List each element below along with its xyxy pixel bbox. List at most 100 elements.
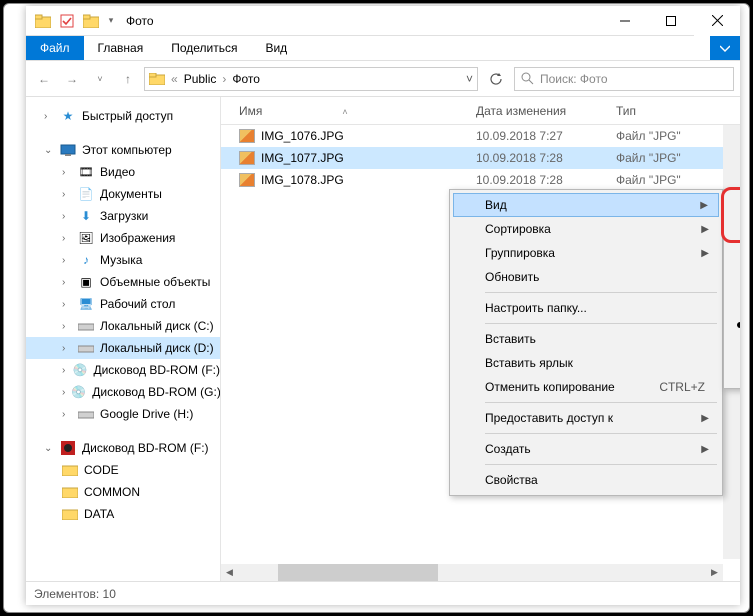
ctx-paste-shortcut[interactable]: Вставить ярлык	[453, 351, 719, 375]
column-headers: Имя˄ Дата изменения Тип	[221, 97, 740, 125]
sidebar-item-3d[interactable]: ›▣Объемные объекты	[26, 271, 220, 293]
sidebar-item-documents[interactable]: ›📄Документы	[26, 183, 220, 205]
film-icon: 🎞	[78, 164, 94, 180]
ribbon-tab-view[interactable]: Вид	[251, 36, 301, 60]
sidebar-quick-access[interactable]: › ★ Быстрый доступ	[26, 105, 220, 127]
status-item-count: Элементов: 10	[34, 587, 116, 601]
address-dropdown-icon[interactable]: ˅	[466, 72, 473, 86]
ctx-sort[interactable]: Сортировка▶	[453, 217, 719, 241]
submenu-arrow-icon: ▶	[700, 200, 708, 211]
scrollbar-thumb[interactable]	[278, 564, 438, 581]
sidebar-item-pictures[interactable]: ›🖼Изображения	[26, 227, 220, 249]
search-icon	[521, 72, 534, 85]
drive-icon	[78, 406, 94, 422]
download-icon: ⬇	[78, 208, 94, 224]
monitor-icon	[60, 142, 76, 158]
view-details[interactable]: Таблица	[727, 313, 740, 337]
sidebar-folder[interactable]: CODE	[26, 459, 220, 481]
ctx-customize[interactable]: Настроить папку...	[453, 296, 719, 320]
nav-forward-button[interactable]: →	[60, 67, 84, 91]
file-list-pane: Имя˄ Дата изменения Тип IMG_1076.JPG 10.…	[221, 97, 740, 581]
submenu-arrow-icon: ▶	[701, 444, 709, 455]
maximize-button[interactable]	[648, 6, 694, 36]
ctx-properties[interactable]: Свойства	[453, 468, 719, 492]
file-row[interactable]: IMG_1077.JPG 10.09.2018 7:28 Файл "JPG"	[221, 147, 740, 169]
ctx-separator	[485, 433, 717, 434]
ctx-share[interactable]: Предоставить доступ к▶	[453, 406, 719, 430]
ctx-refresh[interactable]: Обновить	[453, 265, 719, 289]
folder-icon	[62, 462, 78, 478]
ribbon-expand-icon[interactable]	[710, 36, 740, 60]
breadcrumb-segment[interactable]: Public	[184, 72, 217, 86]
navbar: ← → ˅ ↑ « Public › Фото ˅ Поиск: Фото	[26, 61, 740, 97]
sidebar-item-downloads[interactable]: ›⬇Загрузки	[26, 205, 220, 227]
view-tiles[interactable]: Плитка	[727, 337, 740, 361]
statusbar: Элементов: 10	[26, 581, 740, 605]
close-button[interactable]	[694, 6, 740, 36]
sidebar-bdrom[interactable]: ⌄Дисковод BD-ROM (F:)	[26, 437, 220, 459]
sidebar-this-pc[interactable]: ⌄ Этот компьютер	[26, 139, 220, 161]
sidebar-item-music[interactable]: ›♪Музыка	[26, 249, 220, 271]
column-name[interactable]: Имя˄	[221, 104, 476, 118]
view-content[interactable]: Содержимое	[727, 361, 740, 385]
search-box[interactable]: Поиск: Фото	[514, 67, 734, 91]
sidebar-item-c-drive[interactable]: ›Локальный диск (C:)	[26, 315, 220, 337]
ribbon-tab-home[interactable]: Главная	[84, 36, 158, 60]
ctx-view[interactable]: Вид▶	[453, 193, 719, 217]
ribbon-tab-share[interactable]: Поделиться	[157, 36, 251, 60]
desktop-icon: 🖥	[78, 296, 94, 312]
ctx-separator	[485, 464, 717, 465]
qat-checkbox-icon[interactable]	[56, 10, 78, 32]
sidebar-item-desktop[interactable]: ›🖥Рабочий стол	[26, 293, 220, 315]
file-row[interactable]: IMG_1076.JPG 10.09.2018 7:27 Файл "JPG"	[221, 125, 740, 147]
disc-icon: 💿	[71, 384, 86, 400]
breadcrumb-separator: «	[171, 72, 178, 86]
folder-icon	[62, 506, 78, 522]
scroll-left-icon[interactable]: ◀	[221, 564, 238, 581]
nav-recent-dropdown[interactable]: ˅	[88, 67, 112, 91]
cube-icon: ▣	[78, 274, 94, 290]
explorer-window: ▾ Фото Файл Главная Поделиться Вид ← → ˅…	[26, 6, 740, 605]
view-medium[interactable]: Обычные значки	[727, 241, 740, 265]
breadcrumb-segment[interactable]: Фото	[232, 72, 260, 86]
ctx-group[interactable]: Группировка▶	[453, 241, 719, 265]
address-bar[interactable]: « Public › Фото ˅	[144, 67, 478, 91]
scroll-right-icon[interactable]: ▶	[706, 564, 723, 581]
sidebar-item-gdrive[interactable]: ›Google Drive (H:)	[26, 403, 220, 425]
ctx-separator	[485, 292, 717, 293]
horizontal-scrollbar[interactable]: ◀ ▶	[221, 564, 723, 581]
ctx-undo[interactable]: Отменить копированиеCTRL+Z	[453, 375, 719, 399]
refresh-button[interactable]	[482, 67, 510, 91]
sidebar-folder[interactable]: COMMON	[26, 481, 220, 503]
ctx-new[interactable]: Создать▶	[453, 437, 719, 461]
column-date[interactable]: Дата изменения	[476, 104, 616, 118]
image-icon	[239, 173, 255, 187]
submenu-arrow-icon: ▶	[701, 248, 709, 259]
sidebar-item-d-drive[interactable]: ›Локальный диск (D:)	[26, 337, 220, 359]
minimize-button[interactable]	[602, 6, 648, 36]
sidebar-folder[interactable]: DATA	[26, 503, 220, 525]
qat-dropdown-icon[interactable]: ▾	[104, 10, 118, 32]
view-list[interactable]: Список	[727, 289, 740, 313]
submenu-arrow-icon: ▶	[701, 224, 709, 235]
view-large[interactable]: Крупные значки	[727, 217, 740, 241]
image-icon	[239, 129, 255, 143]
drive-icon	[78, 318, 94, 334]
image-icon	[239, 151, 255, 165]
view-small[interactable]: Мелкие значки	[727, 265, 740, 289]
ctx-paste[interactable]: Вставить	[453, 327, 719, 351]
file-row[interactable]: IMG_1078.JPG 10.09.2018 7:28 Файл "JPG"	[221, 169, 740, 191]
music-icon: ♪	[78, 252, 94, 268]
column-type[interactable]: Тип	[616, 104, 740, 118]
sidebar-item-bdrom-g[interactable]: ›💿Дисковод BD-ROM (G:)	[26, 381, 220, 403]
nav-back-button[interactable]: ←	[32, 67, 56, 91]
nav-up-button[interactable]: ↑	[116, 67, 140, 91]
context-menu: Вид▶ Сортировка▶ Группировка▶ Обновить Н…	[449, 189, 723, 496]
ribbon-tab-file[interactable]: Файл	[26, 36, 84, 60]
qat-folder-icon[interactable]	[80, 10, 102, 32]
file-list[interactable]: IMG_1076.JPG 10.09.2018 7:27 Файл "JPG" …	[221, 125, 740, 581]
view-huge[interactable]: Огромные значки	[727, 193, 740, 217]
sidebar-item-videos[interactable]: ›🎞Видео	[26, 161, 220, 183]
sidebar-item-bdrom-f[interactable]: ›💿Дисковод BD-ROM (F:)	[26, 359, 220, 381]
titlebar: ▾ Фото	[26, 6, 740, 36]
